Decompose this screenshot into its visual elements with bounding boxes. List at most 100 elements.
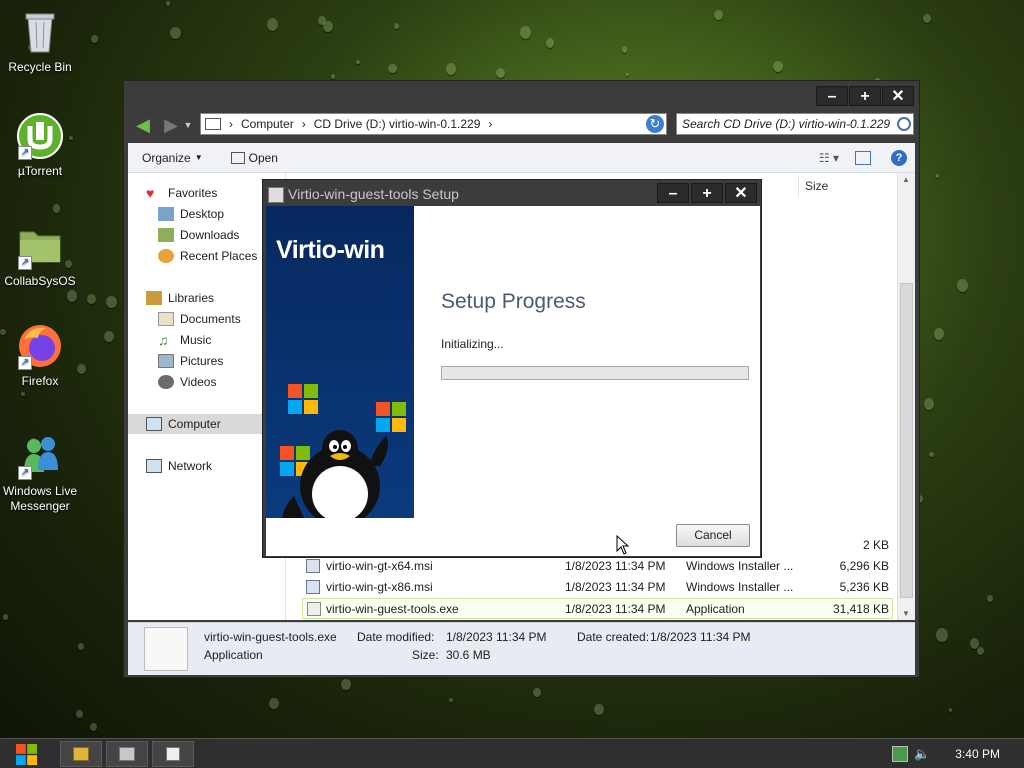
desktop-icon-recycle-bin[interactable]: Recycle Bin [0, 8, 80, 75]
raindrop [341, 679, 351, 691]
raindrop [76, 710, 84, 719]
nav-favorites[interactable]: ♥ Favorites [146, 183, 217, 203]
nav-libraries[interactable]: Libraries [146, 288, 214, 308]
nav-pictures[interactable]: Pictures [158, 351, 223, 371]
open-label: Open [248, 150, 278, 165]
desktop-icon-firefox[interactable]: ↗ Firefox [0, 322, 80, 389]
taskbar-media[interactable] [106, 741, 148, 767]
back-arrow-icon[interactable]: ◀ [132, 115, 154, 135]
command-bar: Organize ▼ Open ☷ ▾ ? [128, 143, 915, 173]
help-icon[interactable]: ? [891, 149, 907, 166]
organize-button[interactable]: Organize ▼ [128, 151, 217, 165]
view-options-icon[interactable]: ☷ ▾ [819, 151, 839, 165]
nav-downloads[interactable]: Downloads [158, 225, 239, 245]
raindrop [77, 643, 85, 651]
raindrop [594, 704, 604, 716]
nav-label: Favorites [168, 186, 218, 200]
nav-recent-places[interactable]: Recent Places [158, 246, 257, 266]
file-size: 31,418 KB [832, 602, 889, 616]
table-row[interactable]: virtio-win-gt-x86.msi 1/8/2023 11:34 PM … [302, 577, 893, 598]
breadcrumb-cd-drive[interactable]: CD Drive (D:) virtio-win-0.1.229 [314, 117, 481, 131]
file-type: Windows Installer ... [686, 580, 794, 594]
folder-icon: ↗ [16, 222, 64, 270]
minimize-button[interactable]: – [816, 86, 848, 106]
vertical-scrollbar[interactable]: ▲ ▼ [897, 173, 915, 620]
nav-desktop[interactable]: Desktop [158, 204, 224, 224]
raindrop [496, 67, 506, 79]
shortcut-arrow-icon: ↗ [18, 466, 32, 480]
file-name: virtio-win-guest-tools.exe [326, 602, 459, 616]
nav-label: Libraries [168, 291, 215, 305]
raindrop [533, 688, 542, 698]
address-bar[interactable]: › Computer › CD Drive (D:) virtio-win-0.… [200, 113, 667, 135]
setup-dialog[interactable]: Virtio-win-guest-tools Setup – + ✕ Virti… [262, 179, 762, 558]
file-date: 1/8/2023 11:34 PM [565, 559, 666, 573]
open-icon [230, 151, 245, 164]
clock[interactable]: 3:40 PM [955, 747, 1000, 761]
taskbar-file-explorer[interactable] [60, 741, 102, 767]
scroll-up-icon[interactable]: ▲ [902, 175, 910, 184]
desktop-icon-utorrent[interactable]: ↗ µTorrent [0, 112, 80, 179]
windows-logo-icon [288, 384, 318, 414]
open-button[interactable]: Open [217, 151, 292, 165]
explorer-titlebar[interactable]: – + ✕ [124, 81, 919, 110]
raindrop [393, 23, 399, 30]
taskbar: 🔈 3:40 PM [0, 738, 1024, 768]
breadcrumb-separator: › [488, 117, 493, 131]
mouse-cursor-icon [616, 535, 630, 555]
nav-documents[interactable]: Documents [158, 309, 241, 329]
preview-pane-icon[interactable] [855, 150, 871, 165]
setup-close-button[interactable]: ✕ [725, 183, 757, 203]
details-modified-label: Date modified: [357, 630, 435, 644]
taskbar-installer[interactable] [152, 741, 194, 767]
search-input[interactable]: Search CD Drive (D:) virtio-win-0.1.229 [676, 113, 914, 135]
start-button[interactable] [10, 742, 44, 766]
file-size: 5,236 KB [839, 580, 889, 594]
raindrop [52, 204, 60, 213]
documents-icon [158, 312, 174, 326]
cancel-button[interactable]: Cancel [676, 524, 750, 547]
nav-videos[interactable]: Videos [158, 372, 216, 392]
nav-label: Music [180, 333, 212, 347]
forward-arrow-icon[interactable]: ▶ [160, 115, 182, 135]
nav-label: Videos [180, 375, 217, 389]
file-name: virtio-win-gt-x64.msi [326, 559, 433, 573]
start-icon [16, 744, 37, 765]
setup-maximize-button[interactable]: + [691, 183, 723, 203]
videos-icon [158, 375, 174, 389]
raindrop [91, 34, 99, 43]
maximize-button[interactable]: + [849, 86, 881, 106]
refresh-icon[interactable]: ↻ [646, 115, 664, 133]
raindrop [773, 61, 783, 72]
table-row[interactable]: virtio-win-gt-x64.msi 1/8/2023 11:34 PM … [302, 556, 893, 577]
raindrop [933, 328, 944, 340]
nav-network[interactable]: Network [146, 456, 212, 476]
breadcrumb-computer[interactable]: Computer [241, 117, 294, 131]
network-tray-icon[interactable] [892, 746, 908, 762]
desktop-icon-label: Recycle Bin [8, 60, 72, 74]
table-row-selected[interactable]: virtio-win-guest-tools.exe 1/8/2023 11:3… [302, 598, 893, 619]
desktop-icon-label: Windows Live Messenger [2, 484, 78, 513]
scrollbar-thumb[interactable] [900, 283, 913, 598]
nav-music[interactable]: ♫ Music [158, 330, 211, 350]
setup-minimize-button[interactable]: – [657, 183, 689, 203]
recent-pages-dropdown-icon[interactable]: ▼ [182, 115, 194, 135]
column-header-size[interactable]: Size [798, 175, 876, 197]
msi-file-icon [306, 580, 320, 594]
setup-heading: Setup Progress [441, 290, 586, 313]
file-type: Windows Installer ... [686, 559, 794, 573]
scroll-down-icon[interactable]: ▼ [902, 609, 910, 618]
search-icon[interactable] [897, 117, 911, 131]
volume-muted-icon[interactable]: 🔈 [914, 746, 930, 762]
desktop-icon-collabsysos[interactable]: ↗ CollabSysOS [0, 222, 80, 289]
details-pane: virtio-win-guest-tools.exe Application D… [128, 622, 915, 675]
setup-banner: Virtio-win [266, 206, 414, 518]
nav-label: Desktop [180, 207, 225, 221]
nav-label: Documents [180, 312, 241, 326]
close-button[interactable]: ✕ [882, 86, 914, 106]
desktop-icon-label: µTorrent [17, 164, 63, 178]
downloads-icon [158, 228, 174, 242]
desktop-icon-windows-live-messenger[interactable]: ↗ Windows Live Messenger [0, 432, 80, 514]
raindrop [987, 594, 994, 602]
setup-body: Virtio-win Setup Progress Initializing..… [266, 206, 760, 556]
